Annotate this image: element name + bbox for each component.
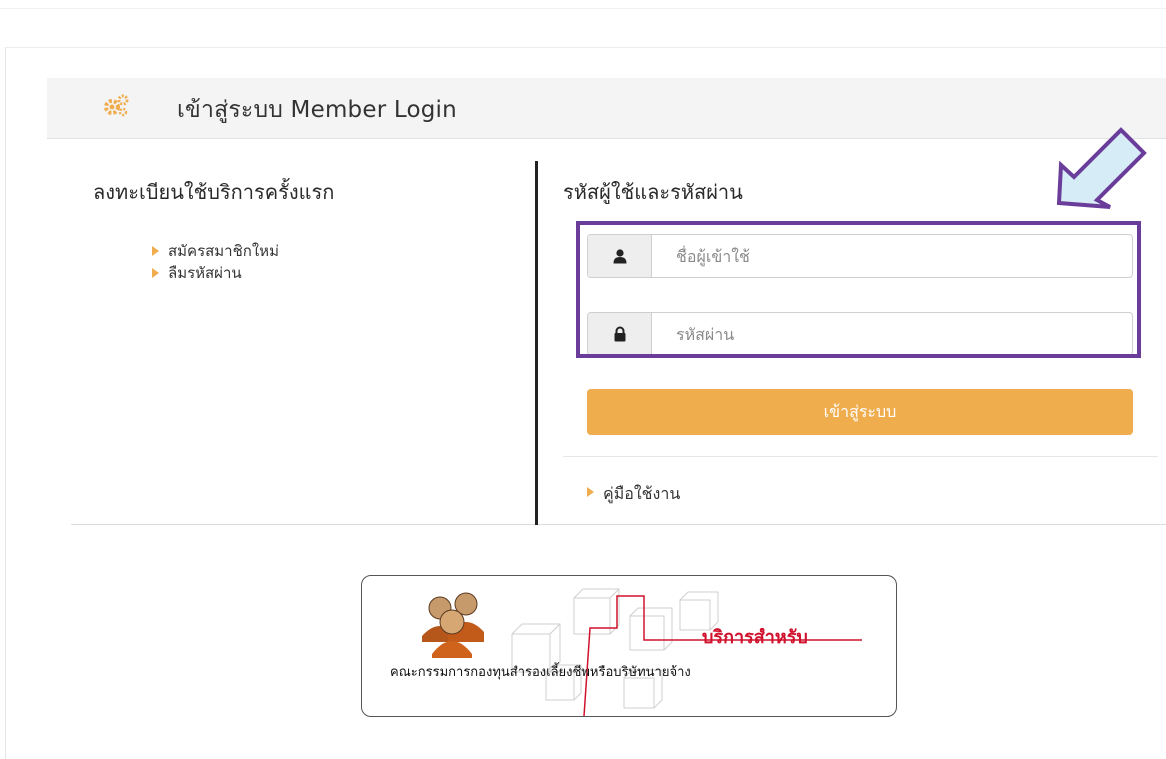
bottom-divider-left bbox=[71, 524, 535, 525]
user-manual-link[interactable]: คู่มือใช้งาน bbox=[587, 482, 680, 507]
bottom-divider-right bbox=[538, 524, 1166, 525]
register-section-title: ลงทะเบียนใช้บริการครั้งแรก bbox=[93, 180, 335, 204]
user-manual-label: คู่มือใช้งาน bbox=[603, 484, 681, 503]
username-addon bbox=[588, 235, 652, 277]
banner-title: บริการสำหรับ bbox=[702, 627, 808, 648]
username-input[interactable] bbox=[652, 235, 1132, 277]
username-input-group bbox=[587, 234, 1133, 278]
gears-icon bbox=[104, 94, 129, 117]
page-title: เข้าสู่ระบบ Member Login bbox=[177, 97, 457, 123]
forgot-password-link[interactable]: ลืมรหัสผ่าน bbox=[152, 262, 279, 284]
password-input-group bbox=[587, 312, 1133, 356]
banner-subtitle: คณะกรรมการกองทุนสำรองเลี้ยงชีพหรือบริษัท… bbox=[390, 665, 691, 680]
login-section-title: รหัสผู้ใช้และรหัสผ่าน bbox=[563, 180, 743, 204]
arrow-icon bbox=[1056, 127, 1147, 209]
password-addon bbox=[588, 313, 652, 355]
column-divider bbox=[535, 161, 538, 525]
user-icon bbox=[613, 249, 626, 264]
bullet-arrow-icon bbox=[152, 268, 159, 278]
forgot-password-label: ลืมรหัสผ่าน bbox=[168, 264, 242, 282]
register-link-list: สมัครสมาชิกใหม่ ลืมรหัสผ่าน bbox=[152, 240, 279, 284]
login-button[interactable]: เข้าสู่ระบบ bbox=[587, 389, 1133, 435]
register-new-member-label: สมัครสมาชิกใหม่ bbox=[168, 242, 279, 260]
banner-graphic bbox=[422, 588, 862, 716]
lock-icon bbox=[614, 326, 625, 342]
password-input[interactable] bbox=[652, 313, 1132, 355]
bullet-arrow-icon bbox=[152, 246, 159, 256]
people-icon bbox=[422, 592, 484, 658]
login-sub-divider bbox=[563, 456, 1158, 457]
top-strip bbox=[0, 0, 1166, 9]
register-new-member-link[interactable]: สมัครสมาชิกใหม่ bbox=[152, 240, 279, 262]
login-panel-header: เข้าสู่ระบบ Member Login bbox=[47, 78, 1166, 139]
bullet-arrow-icon bbox=[587, 487, 594, 497]
service-banner[interactable]: บริการสำหรับ คณะกรรมการกองทุนสำรองเลี้ยง… bbox=[361, 575, 897, 717]
